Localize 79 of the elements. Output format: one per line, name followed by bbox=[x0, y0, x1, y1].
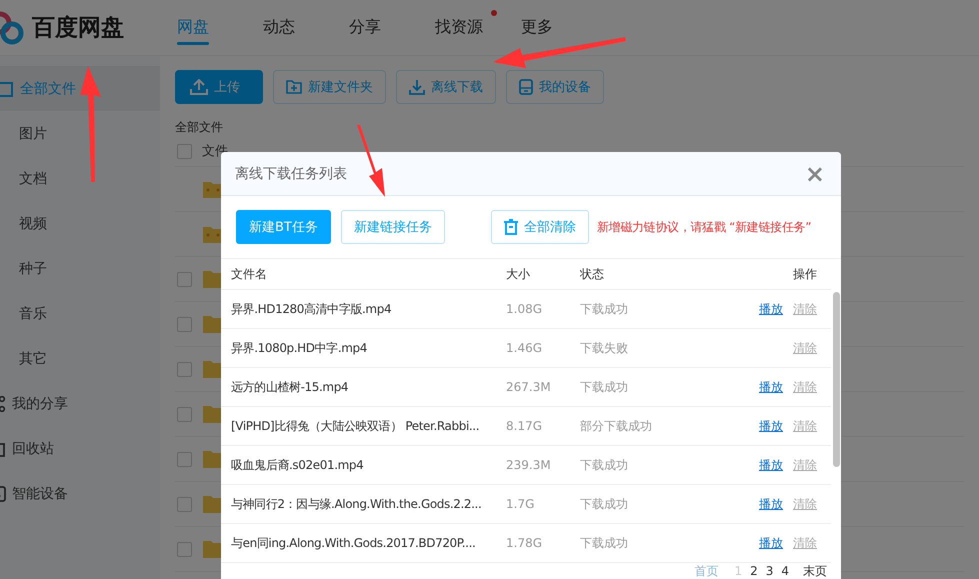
play-link[interactable]: 播放 bbox=[759, 534, 783, 552]
clear-link[interactable]: 清除 bbox=[793, 340, 817, 356]
file-name: 与神同行2：因与缘.Along.With.the.Gods.2.2... bbox=[231, 496, 482, 512]
file-name: 远方的山楂树-15.mp4 bbox=[231, 378, 350, 396]
file-size: 1.08G bbox=[506, 302, 544, 316]
clear-link[interactable]: 清除 bbox=[793, 378, 817, 396]
notice-text: 新增磁力链协议，请猛戳 “新建链接任务” bbox=[596, 218, 812, 236]
pagination-link[interactable]: 4 bbox=[781, 565, 789, 578]
sidebar-item[interactable]: 种子 bbox=[0, 246, 160, 291]
play-link[interactable]: 播放 bbox=[759, 378, 783, 396]
file-size: 239.3M bbox=[506, 458, 552, 472]
file-size: 1.46G bbox=[506, 341, 544, 355]
task-status: 下载成功 bbox=[580, 534, 629, 552]
play-link[interactable]: 播放 bbox=[759, 300, 783, 318]
task-status: 下载成功 bbox=[580, 456, 629, 474]
toolbar-button[interactable]: 我的设备 bbox=[506, 70, 604, 104]
folder-icon bbox=[0, 80, 14, 96]
new-folder-icon bbox=[286, 80, 302, 94]
clear-link[interactable]: 清除 bbox=[793, 496, 817, 512]
file-size: 1.7G bbox=[506, 497, 536, 511]
active-tab-underline bbox=[177, 42, 209, 45]
task-status: 部分下载成功 bbox=[580, 418, 653, 434]
dialog-title: 离线下载任务列表 bbox=[235, 164, 347, 182]
file-name: 异界.1080p.HD中字.mp4 bbox=[231, 340, 368, 356]
column-header: 大小 bbox=[506, 266, 531, 282]
pagination-link[interactable]: 末页 bbox=[803, 565, 827, 578]
sidebar-item[interactable]: 智能设备 bbox=[0, 471, 160, 516]
scrollbar-thumb[interactable] bbox=[832, 292, 840, 467]
checkbox[interactable] bbox=[177, 144, 192, 158]
toolbar-button[interactable]: 新建文件夹 bbox=[273, 70, 386, 104]
annotation-arrow bbox=[357, 125, 385, 197]
nav-tab[interactable]: 动态 bbox=[263, 0, 349, 55]
column-header: 操作 bbox=[792, 266, 818, 282]
task-status: 下载成功 bbox=[580, 300, 629, 318]
play-link[interactable]: 播放 bbox=[759, 496, 783, 512]
sidebar-item[interactable]: 其它 bbox=[0, 336, 160, 381]
checkbox[interactable] bbox=[177, 272, 192, 286]
pagination-link[interactable]: 3 bbox=[766, 565, 774, 578]
file-size: 267.3M bbox=[506, 380, 552, 394]
sidebar-item[interactable]: 视频 bbox=[0, 201, 160, 246]
task-status: 下载失败 bbox=[580, 340, 629, 356]
checkbox[interactable] bbox=[177, 542, 192, 556]
sidebar-item[interactable]: 音乐 bbox=[0, 291, 160, 336]
new-task-button[interactable]: 新建BT任务 bbox=[236, 210, 331, 244]
task-status: 下载成功 bbox=[580, 496, 629, 512]
play-link[interactable]: 播放 bbox=[759, 456, 783, 474]
logo-text: 百度网盘 bbox=[32, 14, 124, 43]
clear-link[interactable]: 清除 bbox=[793, 456, 817, 474]
upload-icon bbox=[190, 79, 208, 95]
toolbar-button[interactable]: 离线下载 bbox=[396, 70, 496, 104]
pagination-link[interactable]: 2 bbox=[750, 565, 758, 578]
checkbox[interactable] bbox=[177, 496, 192, 512]
breadcrumb: 全部文件 bbox=[175, 119, 224, 136]
column-header: 文件名 bbox=[231, 266, 268, 282]
sidebar-item[interactable]: 回收站 bbox=[0, 426, 160, 471]
play-link[interactable]: 播放 bbox=[759, 418, 783, 434]
file-name: [ViPHD]比得兔（大陆公映双语） Peter.Rabbi... bbox=[231, 418, 480, 434]
download-icon bbox=[409, 79, 425, 95]
file-size: 1.78G bbox=[506, 536, 544, 550]
clear-link[interactable]: 清除 bbox=[793, 418, 817, 434]
file-size: 8.17G bbox=[506, 419, 544, 433]
checkbox[interactable] bbox=[177, 316, 192, 332]
clear-link[interactable]: 清除 bbox=[793, 534, 817, 552]
checkbox[interactable] bbox=[177, 362, 192, 376]
file-name: 吸血鬼后裔.s02e01.mp4 bbox=[231, 456, 364, 474]
clear-all-button[interactable]: 全部清除 bbox=[490, 210, 589, 244]
sidebar-item[interactable]: 我的分享 bbox=[0, 381, 160, 426]
new-task-button[interactable]: 新建链接任务 bbox=[340, 210, 445, 244]
file-name: 异界.HD1280高清中字版.mp4 bbox=[231, 300, 392, 318]
checkbox[interactable] bbox=[177, 406, 192, 422]
clear-link[interactable]: 清除 bbox=[793, 300, 817, 318]
checkbox[interactable] bbox=[177, 452, 192, 466]
nav-tab[interactable]: 分享 bbox=[349, 0, 435, 55]
nav-tab[interactable]: 网盘 bbox=[177, 0, 263, 55]
file-name: 与en同ing.Along.With.Gods.2017.BD720P.... bbox=[231, 534, 476, 552]
column-header: 状态 bbox=[580, 266, 605, 282]
close-button[interactable]: × bbox=[804, 162, 825, 186]
task-status: 下载成功 bbox=[580, 378, 629, 396]
toolbar-button[interactable]: 上传 bbox=[175, 70, 263, 104]
